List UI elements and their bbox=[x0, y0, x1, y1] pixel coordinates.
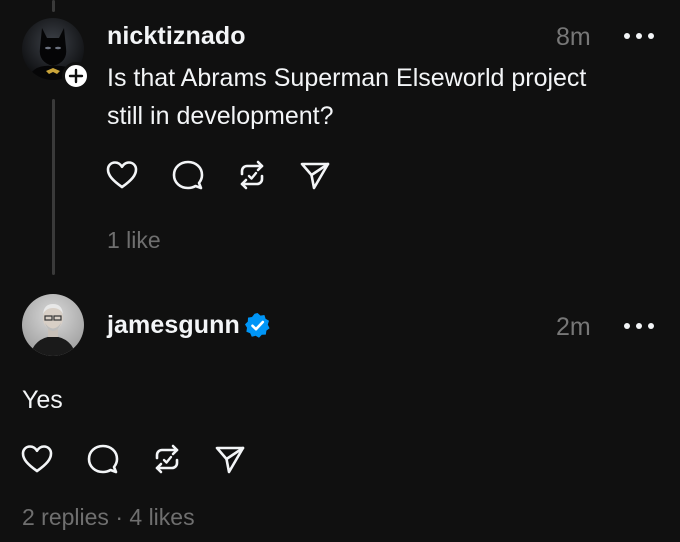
thread-connector-top bbox=[52, 0, 55, 12]
post1-text: Is that Abrams Superman Elseworld projec… bbox=[107, 59, 647, 135]
repost-icon bbox=[240, 160, 264, 190]
post2-stats: 2 replies · 4 likes bbox=[22, 504, 195, 531]
post1-like-count[interactable]: 1 like bbox=[107, 227, 161, 254]
post2-timestamp: 2m bbox=[556, 313, 591, 341]
post2-text: Yes bbox=[22, 386, 63, 414]
more-icon-dot bbox=[636, 33, 642, 39]
more-icon-dot bbox=[648, 33, 654, 39]
post1-more-button[interactable] bbox=[624, 31, 654, 41]
more-icon-dot bbox=[624, 33, 630, 39]
heart-icon bbox=[106, 161, 138, 189]
post1-reply-button[interactable] bbox=[171, 158, 205, 192]
post1-repost-button[interactable] bbox=[235, 158, 269, 192]
post2-username[interactable]: jamesgunn bbox=[107, 311, 240, 340]
post1-text-line2: still in development? bbox=[107, 102, 334, 130]
stats-separator: · bbox=[115, 504, 123, 530]
post1-text-line1: Is that Abrams Superman Elseworld projec… bbox=[107, 64, 587, 92]
more-icon-dot bbox=[636, 323, 642, 329]
repost-icon bbox=[155, 444, 179, 474]
more-icon-dot bbox=[624, 323, 630, 329]
plus-icon bbox=[68, 68, 84, 84]
avatar-jamesgunn[interactable] bbox=[22, 294, 84, 356]
post1-timestamp: 8m bbox=[556, 23, 591, 51]
post2-reply-count[interactable]: 2 replies bbox=[22, 504, 109, 530]
comment-icon bbox=[87, 444, 119, 474]
post2-reply-button[interactable] bbox=[86, 442, 120, 476]
follow-button[interactable] bbox=[62, 62, 90, 90]
post2-like-count[interactable]: 4 likes bbox=[129, 504, 194, 530]
post1-like-button[interactable] bbox=[105, 158, 139, 192]
post2-like-button[interactable] bbox=[20, 442, 54, 476]
more-icon-dot bbox=[648, 323, 654, 329]
post2-more-button[interactable] bbox=[624, 321, 654, 331]
thread-connector bbox=[52, 99, 55, 275]
post2-repost-button[interactable] bbox=[150, 442, 184, 476]
heart-icon bbox=[21, 445, 53, 473]
post2-share-button[interactable] bbox=[213, 442, 247, 476]
post1-share-button[interactable] bbox=[298, 158, 332, 192]
verified-badge-icon bbox=[244, 312, 271, 344]
send-icon bbox=[300, 162, 330, 190]
post1-username[interactable]: nicktiznado bbox=[107, 22, 246, 51]
send-icon bbox=[215, 446, 245, 474]
comment-icon bbox=[172, 160, 204, 190]
